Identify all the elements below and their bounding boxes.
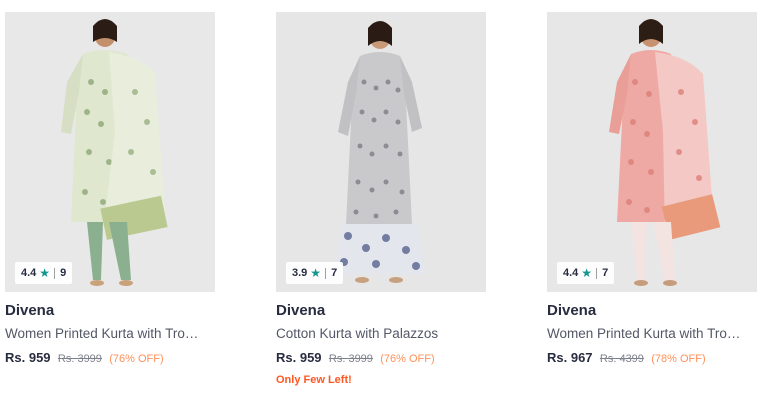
- current-price: Rs. 959: [5, 350, 51, 365]
- rating-divider: [325, 267, 327, 279]
- rating-badge: 4.4 ★ 9: [15, 262, 73, 284]
- discount-label: (76% OFF): [109, 353, 164, 365]
- product-card[interactable]: 3.9 ★ 7 Divena Cotton Kurta with Palazzo…: [276, 12, 486, 386]
- original-price: Rs. 3999: [57, 353, 102, 365]
- current-price: Rs. 959: [276, 350, 322, 365]
- current-price: Rs. 967: [547, 350, 593, 365]
- product-brand: Divena: [547, 302, 597, 319]
- rating-divider: [54, 267, 56, 279]
- rating-badge: 3.9 ★ 7: [286, 262, 344, 284]
- rating-count: 7: [331, 267, 338, 279]
- product-info[interactable]: Divena Cotton Kurta with Palazzos Rs. 95…: [276, 292, 486, 386]
- product-title: Women Printed Kurta with Tro…: [547, 326, 741, 341]
- discount-label: (78% OFF): [651, 353, 706, 365]
- star-icon: ★: [581, 266, 593, 280]
- model-figure: [5, 12, 215, 292]
- model-figure: [276, 12, 486, 292]
- rating-count: 7: [602, 267, 609, 279]
- product-info[interactable]: Divena Women Printed Kurta with Tro… Rs.…: [547, 292, 757, 367]
- rating-badge: 4.4 ★ 7: [557, 262, 615, 284]
- original-price: Rs. 4399: [599, 353, 644, 365]
- rating-count: 9: [60, 267, 67, 279]
- model-figure: [547, 12, 757, 292]
- product-title: Cotton Kurta with Palazzos: [276, 326, 439, 341]
- rating-value: 4.4: [21, 267, 37, 279]
- rating-value: 4.4: [563, 267, 579, 279]
- product-price: Rs. 967 Rs. 4399 (78% OFF): [547, 350, 757, 367]
- star-icon: ★: [310, 266, 322, 280]
- product-brand: Divena: [276, 302, 326, 319]
- rating-value: 3.9: [292, 267, 308, 279]
- product-brand: Divena: [5, 302, 55, 319]
- product-price: Rs. 959 Rs. 3999 (76% OFF): [5, 350, 215, 367]
- product-image[interactable]: 4.4 ★ 7: [547, 12, 757, 292]
- product-image[interactable]: 3.9 ★ 7: [276, 12, 486, 292]
- discount-label: (76% OFF): [380, 353, 435, 365]
- product-card[interactable]: 4.4 ★ 7 Divena Women Printed Kurta with …: [547, 12, 757, 367]
- product-price: Rs. 959 Rs. 3999 (76% OFF): [276, 350, 486, 367]
- rating-divider: [596, 267, 598, 279]
- product-title: Women Printed Kurta with Tro…: [5, 326, 199, 341]
- product-grid: 4.4 ★ 9 Divena Women Printed Kurta with …: [0, 0, 772, 403]
- star-icon: ★: [39, 266, 51, 280]
- product-info[interactable]: Divena Women Printed Kurta with Tro… Rs.…: [5, 292, 215, 367]
- product-card[interactable]: 4.4 ★ 9 Divena Women Printed Kurta with …: [5, 12, 215, 367]
- original-price: Rs. 3999: [328, 353, 373, 365]
- product-image[interactable]: 4.4 ★ 9: [5, 12, 215, 292]
- stock-note: Only Few Left!: [276, 374, 352, 386]
